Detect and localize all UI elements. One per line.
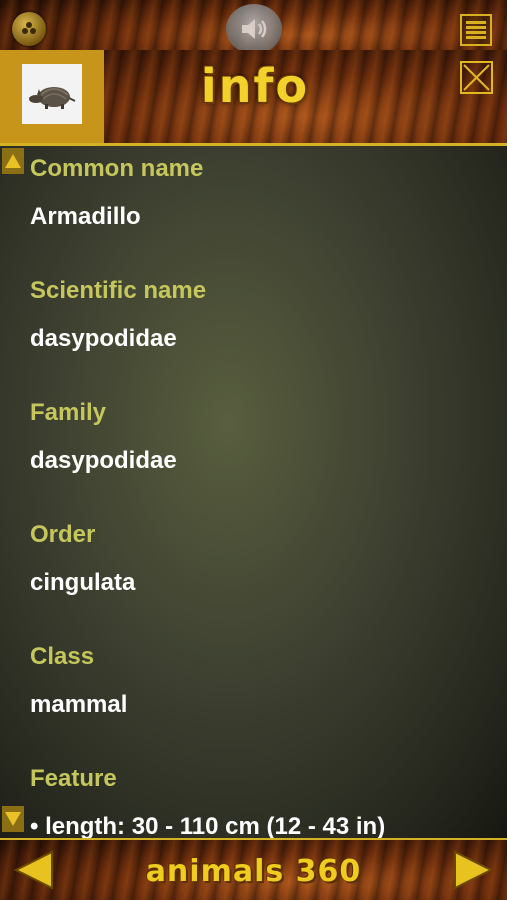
info-panel[interactable]: Common name Armadillo Scientific name da… (0, 146, 507, 838)
menu-icon (466, 21, 486, 24)
field-value: Armadillo (30, 203, 141, 230)
previous-button[interactable] (12, 848, 56, 892)
field-common-name: Common name Armadillo (30, 154, 487, 276)
scroll-down-icon (5, 812, 21, 826)
scroll-up-button[interactable] (2, 148, 24, 174)
page-title: info (200, 59, 310, 113)
field-class: Class mammal (30, 642, 487, 764)
field-value: cingulata (30, 569, 136, 596)
info-fields: Common name Armadillo Scientific name da… (30, 154, 487, 838)
field-label: Feature (30, 765, 117, 792)
field-value: mammal (30, 691, 128, 718)
field-label: Scientific name (30, 277, 207, 304)
field-label: Order (30, 521, 96, 548)
armadillo-thumbnail (22, 64, 82, 124)
thumbnail-frame[interactable] (0, 50, 104, 145)
field-label: Class (30, 643, 95, 670)
sound-button[interactable] (226, 4, 282, 54)
field-order: Order cingulata (30, 520, 487, 642)
scroll-up-icon (5, 154, 21, 168)
field-label: Family (30, 399, 107, 426)
arrow-left-icon (13, 850, 53, 890)
field-feature: Feature • length: 30 - 110 cm (12 - 43 i… (30, 764, 487, 838)
menu-button[interactable] (460, 14, 492, 46)
scroll-down-button[interactable] (2, 806, 24, 832)
arrow-right-icon (454, 850, 494, 890)
field-value: • length: 30 - 110 cm (12 - 43 in) (30, 813, 386, 838)
next-button[interactable] (451, 848, 495, 892)
field-value: dasypodidae (30, 447, 177, 474)
home-button[interactable] (12, 12, 46, 46)
field-scientific-name: Scientific name dasypodidae (30, 276, 487, 398)
close-icon (463, 64, 490, 91)
home-icon (22, 22, 36, 34)
speaker-icon (242, 19, 267, 39)
close-button[interactable] (460, 61, 493, 94)
field-family: Family dasypodidae (30, 398, 487, 520)
field-label: Common name (30, 155, 204, 182)
brand-logo: animals 360 (145, 854, 362, 889)
field-value: dasypodidae (30, 325, 177, 352)
